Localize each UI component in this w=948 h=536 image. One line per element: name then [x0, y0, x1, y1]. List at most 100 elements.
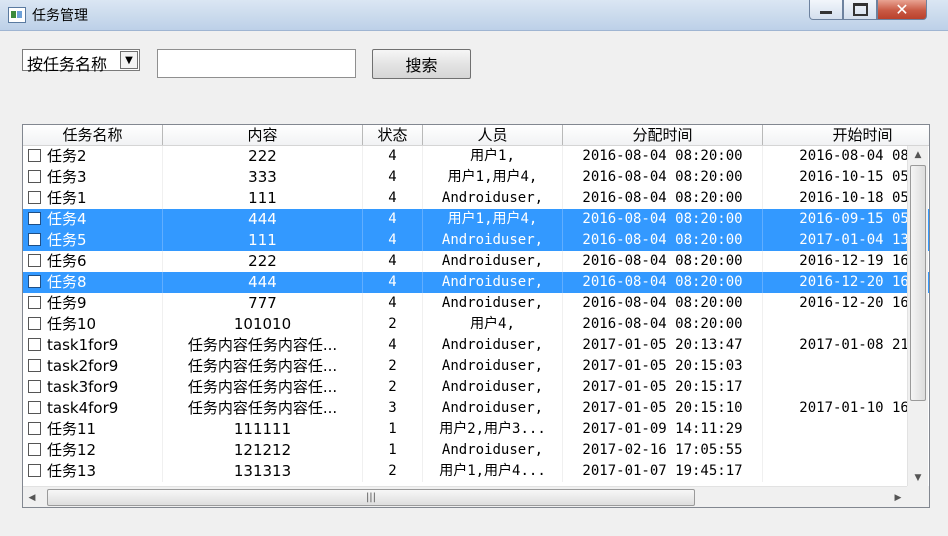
people-cell: 用户2,用户3... — [423, 419, 563, 440]
table-row[interactable]: 任务8 444 4 Androiduser, 2016-08-04 08:20:00 20… — [23, 272, 929, 293]
assigned-time-cell: 2016-08-04 08:20:00 — [563, 188, 763, 209]
table-row[interactable]: 任务4 444 4 用户1,用户4, 2016-08-04 08:20:00 2016-0… — [23, 209, 929, 230]
people-cell: 用户1,用户4, — [423, 209, 563, 230]
content-cell: 444 — [163, 209, 363, 230]
table-row[interactable]: 任务6 222 4 Androiduser, 2016-08-04 08:20:00 20… — [23, 251, 929, 272]
people-cell: Androiduser, — [423, 398, 563, 419]
task-name-cell: task3for9 — [23, 377, 163, 398]
task-name-cell: 任务2 — [23, 146, 163, 167]
people-cell: Androiduser, — [423, 251, 563, 272]
table-row[interactable]: 任务11 111111 1 用户2,用户3... 2017-01-09 14:11:29 — [23, 419, 929, 440]
table-row[interactable]: 任务5 111 4 Androiduser, 2016-08-04 08:20:00 20… — [23, 230, 929, 251]
task-name-cell: 任务4 — [23, 209, 163, 230]
status-cell: 1 — [363, 419, 423, 440]
people-cell: Androiduser, — [423, 230, 563, 251]
table-row[interactable]: task4for9 任务内容任务内容任... 3 Androiduser, 2017-0… — [23, 398, 929, 419]
people-cell: Androiduser, — [423, 377, 563, 398]
vertical-scrollbar[interactable]: ▲ ▼ — [907, 146, 928, 486]
assigned-time-cell: 2017-01-05 20:15:03 — [563, 356, 763, 377]
people-cell: 用户1,用户4, — [423, 167, 563, 188]
task-name-cell: 任务11 — [23, 419, 163, 440]
content-cell: 222 — [163, 251, 363, 272]
people-cell: Androiduser, — [423, 293, 563, 314]
assigned-time-cell: 2016-08-04 08:20:00 — [563, 272, 763, 293]
table-header: 任务名称 内容 状态 人员 分配时间 开始时间 — [23, 125, 929, 146]
table-row[interactable]: 任务3 333 4 用户1,用户4, 2016-08-04 08:20:00 2016-1… — [23, 167, 929, 188]
table-row[interactable]: 任务9 777 4 Androiduser, 2016-08-04 08:20:00 20… — [23, 293, 929, 314]
scroll-right-icon[interactable]: ▶ — [889, 487, 907, 507]
content-cell: 任务内容任务内容任... — [163, 377, 363, 398]
status-cell: 4 — [363, 167, 423, 188]
search-input[interactable] — [157, 49, 356, 78]
table-row[interactable]: 任务10 101010 2 用户4, 2016-08-04 08:20:00 — [23, 314, 929, 335]
people-cell: Androiduser, — [423, 188, 563, 209]
content-cell: 121212 — [163, 440, 363, 461]
column-header-content[interactable]: 内容 — [163, 125, 363, 145]
task-name-cell: 任务6 — [23, 251, 163, 272]
status-cell: 4 — [363, 335, 423, 356]
maximize-button[interactable] — [843, 0, 877, 20]
search-button[interactable]: 搜索 — [372, 49, 471, 79]
assigned-time-cell: 2016-08-04 08:20:00 — [563, 146, 763, 167]
status-cell: 4 — [363, 146, 423, 167]
start-time-cell — [763, 419, 929, 440]
scroll-up-icon[interactable]: ▲ — [908, 146, 928, 163]
column-header-task-name[interactable]: 任务名称 — [23, 125, 163, 145]
task-name-cell: 任务10 — [23, 314, 163, 335]
task-table[interactable]: 任务名称 内容 状态 人员 分配时间 开始时间 任务2 222 4 用户1, 2016-… — [22, 124, 930, 508]
assigned-time-cell: 2017-02-16 17:05:55 — [563, 440, 763, 461]
table-row[interactable]: 任务2 222 4 用户1, 2016-08-04 08:20:00 2016-08-04… — [23, 146, 929, 167]
table-row[interactable]: task1for9 任务内容任务内容任... 4 Androiduser, 2017-0… — [23, 335, 929, 356]
start-time-cell: 2016-12-20 16:5 — [763, 293, 929, 314]
task-name-cell: 任务3 — [23, 167, 163, 188]
status-cell: 2 — [363, 356, 423, 377]
filter-selected-value: 按任务名称 — [27, 55, 108, 74]
horizontal-scrollbar[interactable]: ◀ ||| ▶ — [23, 486, 907, 507]
content-cell: 777 — [163, 293, 363, 314]
people-cell: Androiduser, — [423, 272, 563, 293]
content-cell: 444 — [163, 272, 363, 293]
task-name-cell: 任务8 — [23, 272, 163, 293]
minimize-button[interactable] — [809, 0, 843, 20]
task-name-cell: task1for9 — [23, 335, 163, 356]
window-title: 任务管理 — [32, 8, 88, 24]
title-bar[interactable]: 任务管理 ✕ — [0, 0, 948, 31]
chevron-down-icon[interactable]: ▼ — [120, 51, 138, 69]
vertical-scroll-thumb[interactable] — [910, 165, 926, 401]
filter-dropdown[interactable]: 按任务名称 ▼ — [22, 49, 140, 74]
close-button[interactable]: ✕ — [877, 0, 927, 20]
close-icon: ✕ — [895, 0, 909, 19]
task-name-cell: 任务1 — [23, 188, 163, 209]
assigned-time-cell: 2017-01-07 19:45:17 — [563, 461, 763, 482]
scroll-left-icon[interactable]: ◀ — [23, 487, 41, 507]
assigned-time-cell: 2017-01-05 20:13:47 — [563, 335, 763, 356]
status-cell: 4 — [363, 230, 423, 251]
table-row[interactable]: task3for9 任务内容任务内容任... 2 Androiduser, 2017-0… — [23, 377, 929, 398]
status-cell: 4 — [363, 293, 423, 314]
scroll-down-icon[interactable]: ▼ — [908, 469, 928, 486]
status-cell: 2 — [363, 461, 423, 482]
status-cell: 4 — [363, 272, 423, 293]
assigned-time-cell: 2016-08-04 08:20:00 — [563, 167, 763, 188]
scrollbar-corner — [907, 486, 929, 507]
column-header-start-time[interactable]: 开始时间 — [763, 125, 929, 145]
content-cell: 111111 — [163, 419, 363, 440]
status-cell: 4 — [363, 209, 423, 230]
table-row[interactable]: 任务12 121212 1 Androiduser, 2017-02-16 17:05:… — [23, 440, 929, 461]
column-header-status[interactable]: 状态 — [363, 125, 423, 145]
content-cell: 111 — [163, 188, 363, 209]
assigned-time-cell: 2016-08-04 08:20:00 — [563, 209, 763, 230]
content-cell: 333 — [163, 167, 363, 188]
column-header-people[interactable]: 人员 — [423, 125, 563, 145]
start-time-cell: 2016-10-15 05:2 — [763, 167, 929, 188]
horizontal-scroll-thumb[interactable]: ||| — [47, 489, 695, 506]
start-time-cell — [763, 377, 929, 398]
table-row[interactable]: 任务13 131313 2 用户1,用户4... 2017-01-07 19:45:17 — [23, 461, 929, 482]
column-header-assigned-time[interactable]: 分配时间 — [563, 125, 763, 145]
status-cell: 4 — [363, 251, 423, 272]
table-row[interactable]: 任务1 111 4 Androiduser, 2016-08-04 08:20:00 20… — [23, 188, 929, 209]
start-time-cell — [763, 440, 929, 461]
assigned-time-cell: 2017-01-05 20:15:10 — [563, 398, 763, 419]
table-row[interactable]: task2for9 任务内容任务内容任... 2 Androiduser, 2017-0… — [23, 356, 929, 377]
content-cell: 任务内容任务内容任... — [163, 356, 363, 377]
